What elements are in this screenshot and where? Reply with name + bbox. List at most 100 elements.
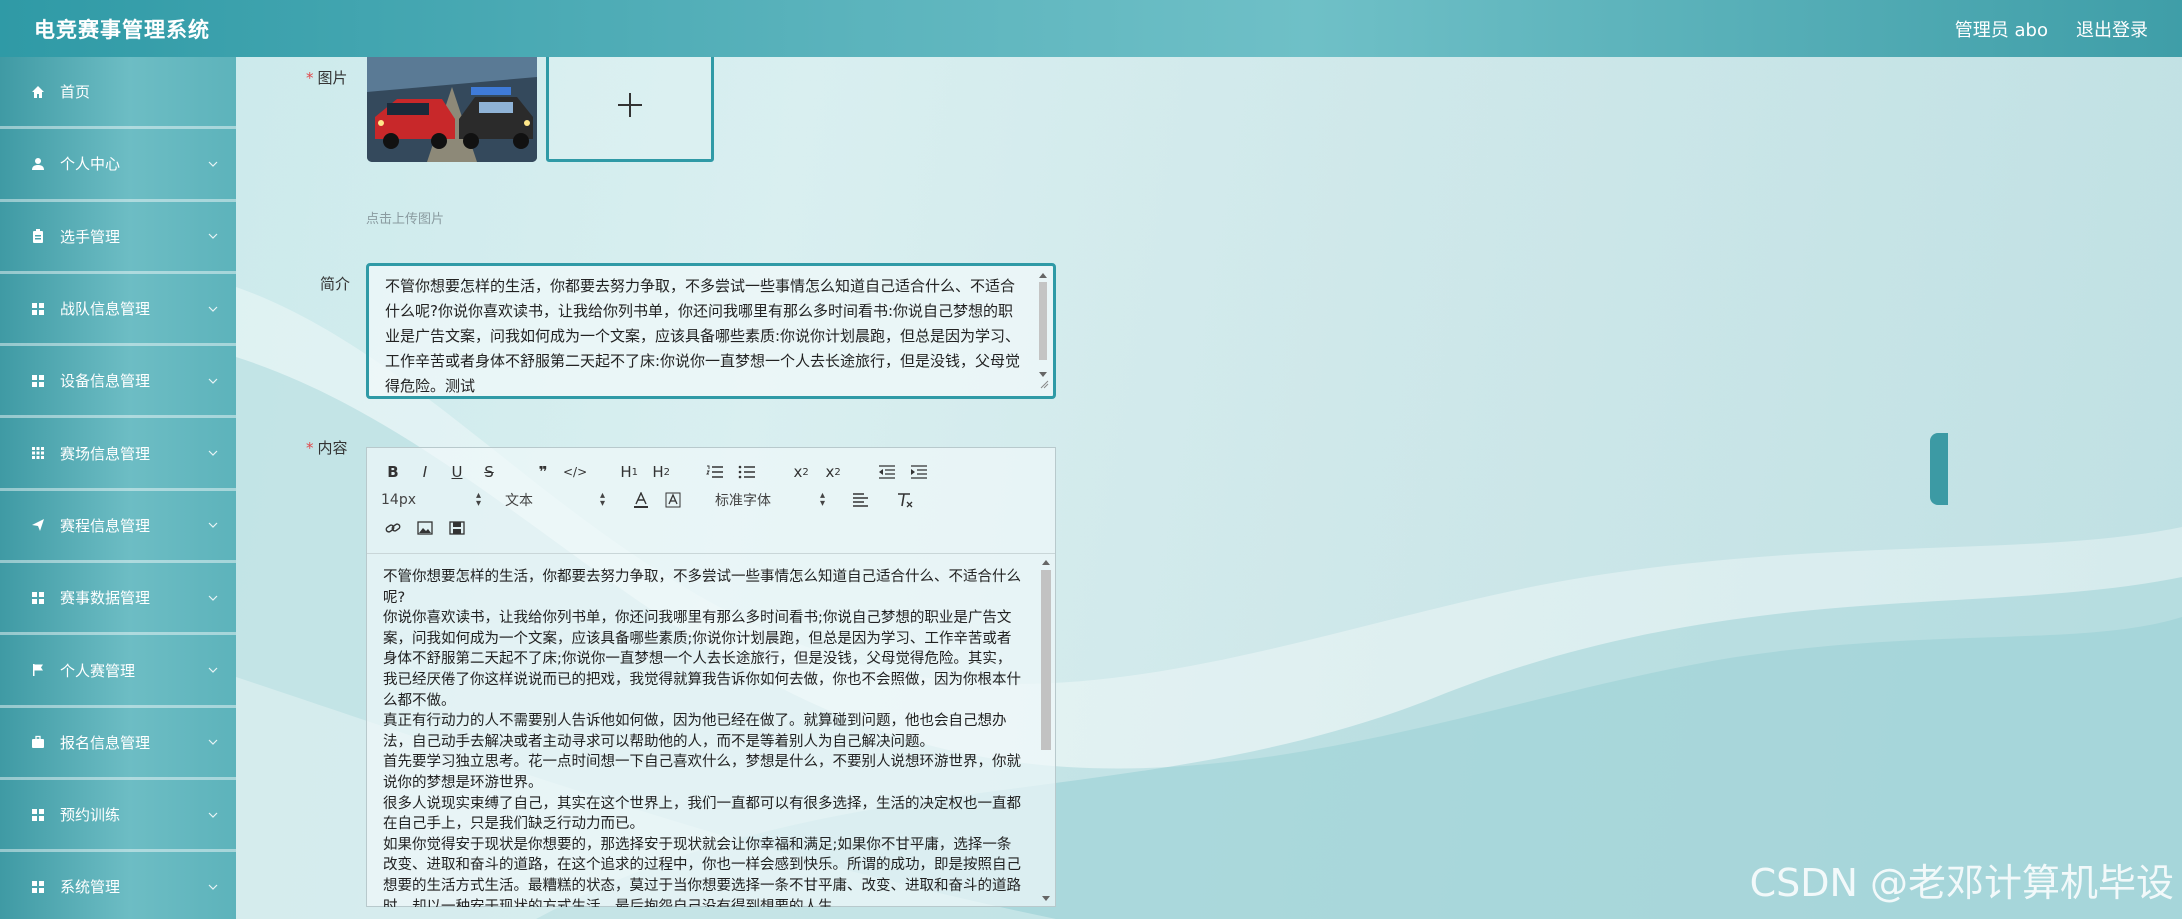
image-upload-button[interactable] — [546, 47, 714, 162]
clipboard-icon — [28, 229, 48, 244]
italic-button[interactable]: I — [413, 460, 437, 484]
sidebar-item-team-info[interactable]: 战队信息管理 — [0, 273, 236, 347]
required-mark: * — [306, 69, 314, 87]
bullet-list-button[interactable] — [735, 460, 759, 484]
send-icon — [28, 518, 48, 532]
grid-icon — [28, 880, 48, 894]
font-size-select[interactable]: 14px ▴ ▾ — [381, 490, 481, 509]
background-color-button[interactable] — [661, 488, 685, 512]
heading2-button[interactable]: H2 — [649, 460, 673, 484]
blockquote-button[interactable]: ❞ — [531, 460, 555, 484]
sidebar-item-individual-match[interactable]: 个人赛管理 — [0, 635, 236, 708]
editor-content-area[interactable]: 不管你想要怎样的生活，你都要去努力争取，不多尝试一些事情怎么知道自己适合什么、不… — [367, 555, 1055, 907]
font-color-icon — [634, 492, 648, 508]
admin-user-label[interactable]: 管理员 abo — [1955, 16, 2048, 42]
intro-textarea[interactable]: 不管你想要怎样的生活，你都要去努力争取，不多尝试一些事情怎么知道自己适合什么、不… — [366, 263, 1056, 399]
chevron-down-icon — [208, 812, 218, 818]
grid-icon — [28, 446, 48, 460]
side-drawer-handle[interactable] — [1930, 433, 1948, 505]
content-field-label: * 内容 — [306, 439, 348, 457]
sidebar-item-venue-info[interactable]: 赛场信息管理 — [0, 418, 236, 491]
app-title: 电竞赛事管理系统 — [34, 17, 210, 42]
align-button[interactable] — [849, 488, 873, 512]
grid-icon — [28, 591, 48, 605]
sidebar-item-personal-center[interactable]: 个人中心 — [0, 129, 236, 202]
sidebar-item-registration-info[interactable]: 报名信息管理 — [0, 707, 236, 780]
chevron-down-icon — [208, 450, 218, 456]
sidebar-item-label: 设备信息管理 — [60, 372, 151, 391]
flag-icon — [28, 663, 48, 677]
sidebar-item-schedule-info[interactable]: 赛程信息管理 — [0, 490, 236, 564]
font-color-button[interactable] — [629, 488, 653, 512]
briefcase-icon — [28, 735, 48, 749]
user-icon — [28, 157, 48, 171]
indent-icon — [911, 465, 928, 479]
select-arrows-icon: ▴ ▾ — [475, 490, 481, 509]
ordered-list-button[interactable] — [703, 460, 727, 484]
background-color-icon — [665, 492, 681, 508]
watermark: CSDN @老邓计算机毕设 — [1749, 861, 2174, 905]
sidebar-item-label: 个人赛管理 — [60, 661, 136, 680]
content-paragraph: 不管你想要怎样的生活，你都要去努力争取，不多尝试一些事情怎么知道自己适合什么、不… — [383, 569, 1021, 606]
sidebar-item-home[interactable]: 首页 — [0, 57, 236, 130]
content-paragraph: 很多人说现实束缚了自己，其实在这个世界上，我们一直都可以有很多选择，生活的决定权… — [383, 795, 1021, 833]
chevron-down-icon — [208, 739, 218, 746]
required-mark: * — [306, 439, 314, 457]
align-left-icon — [853, 493, 868, 507]
content-paragraph: 首先要学习独立思考。花一点时间想一下自己喜欢什么，梦想是什么，不要别人说想环游世… — [383, 754, 1021, 791]
link-button[interactable] — [381, 516, 405, 540]
outdent-button[interactable] — [875, 460, 899, 484]
grid-icon — [28, 808, 48, 822]
bold-button[interactable]: B — [381, 460, 405, 484]
clear-format-icon — [898, 493, 913, 508]
sidebar-item-label: 预约训练 — [60, 806, 121, 825]
chevron-down-icon — [208, 161, 218, 167]
bullet-list-icon — [738, 465, 756, 479]
uploaded-image-thumbnail[interactable] — [367, 47, 537, 162]
sidebar-item-player-management[interactable]: 选手管理 — [0, 201, 236, 274]
logout-link[interactable]: 退出登录 — [2076, 16, 2148, 42]
heading1-button[interactable]: H1 — [617, 460, 641, 484]
intro-text: 不管你想要怎样的生活，你都要去努力争取，不多尝试一些事情怎么知道自己适合什么、不… — [385, 277, 1021, 395]
sidebar-item-label: 赛事数据管理 — [60, 589, 151, 608]
chevron-down-icon — [208, 378, 218, 384]
sidebar-item-label: 系统管理 — [60, 878, 121, 897]
clear-format-button[interactable] — [893, 488, 917, 512]
sidebar-item-match-data[interactable]: 赛事数据管理 — [0, 563, 236, 636]
font-family-select[interactable]: 标准字体 ▴ ▾ — [715, 490, 825, 510]
sidebar-item-device-info[interactable]: 设备信息管理 — [0, 346, 236, 419]
strikethrough-button[interactable]: S — [477, 460, 501, 484]
sidebar-item-label: 战队信息管理 — [60, 300, 151, 319]
sidebar-item-label: 首页 — [60, 83, 91, 102]
sidebar-item-training-booking[interactable]: 预约训练 — [0, 779, 236, 853]
content-paragraph: 真正有行动力的人不需要别人告诉他如何做，因为他已经在做了。就算碰到问题，他也会自… — [383, 713, 1007, 750]
select-arrows-icon: ▴ ▾ — [599, 490, 605, 509]
image-icon — [417, 521, 433, 535]
video-icon — [449, 521, 465, 535]
sidebar-item-system-management[interactable]: 系统管理 — [0, 852, 236, 919]
chevron-down-icon — [208, 884, 218, 890]
grid-icon — [28, 374, 48, 388]
rich-text-editor: B I U S ❞ </> H1 H2 x2 x2 14px ▴ ▾ 文本 ▴ … — [366, 447, 1056, 907]
chevron-down-icon — [208, 667, 218, 673]
superscript-button[interactable]: x2 — [821, 460, 845, 484]
subscript-button[interactable]: x2 — [789, 460, 813, 484]
content-paragraph: 如果你觉得安于现状是你想要的，那选择安于现状就会让你幸福和满足;如果你不甘平庸，… — [383, 836, 1021, 907]
editor-toolbar: B I U S ❞ </> H1 H2 x2 x2 14px ▴ ▾ 文本 ▴ … — [367, 448, 1055, 554]
outdent-icon — [879, 465, 896, 479]
link-icon — [385, 523, 401, 533]
text-type-select[interactable]: 文本 ▴ ▾ — [505, 490, 605, 510]
textarea-scrollbar[interactable] — [1037, 272, 1049, 390]
chevron-down-icon — [208, 306, 218, 312]
chevron-down-icon — [208, 595, 218, 601]
image-button[interactable] — [413, 516, 437, 540]
code-block-button[interactable]: </> — [563, 460, 587, 484]
underline-button[interactable]: U — [445, 460, 469, 484]
intro-field-label: 简介 — [320, 275, 351, 293]
upload-hint: 点击上传图片 — [366, 212, 445, 227]
video-button[interactable] — [445, 516, 469, 540]
indent-button[interactable] — [907, 460, 931, 484]
edit-form: * 图片 点击上传图片 简介 不管你想要怎样的生活，你都要去努力争取，不多尝试一些… — [236, 47, 2182, 919]
sidebar-item-label: 选手管理 — [60, 227, 121, 246]
editor-scrollbar[interactable] — [1039, 558, 1053, 904]
